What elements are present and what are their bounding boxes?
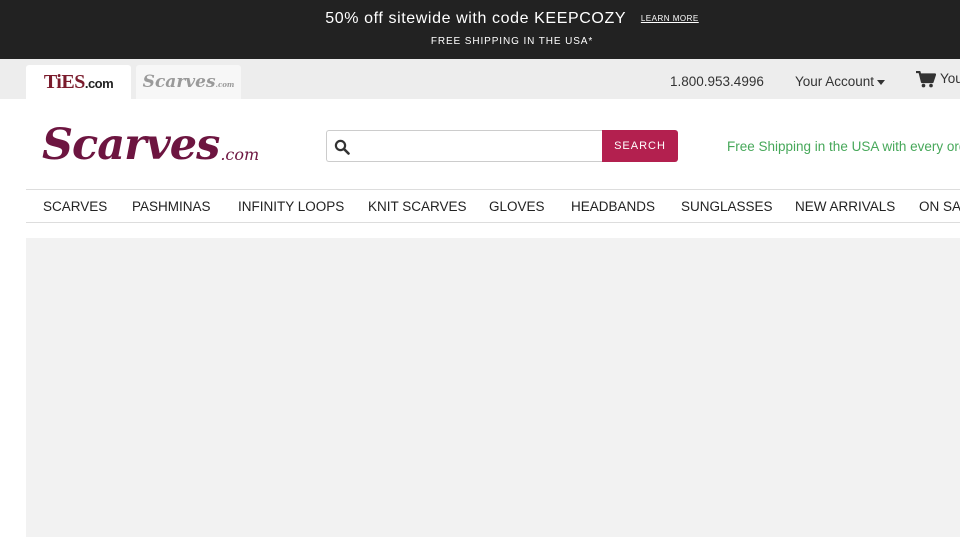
nav-item-headbands[interactable]: HEADBANDS <box>571 190 655 222</box>
search-box <box>326 130 602 162</box>
search-icon <box>334 139 350 155</box>
ties-site-tab[interactable]: TiES.com <box>26 65 131 99</box>
cart-label: You <box>940 71 960 87</box>
nav-item-knit-scarves[interactable]: KNIT SCARVES <box>368 190 467 222</box>
learn-more-link[interactable]: LEARN MORE <box>641 14 699 23</box>
scarves-mini-logo: Scarves.com <box>142 72 235 92</box>
account-label: Your Account <box>795 74 875 89</box>
ties-logo: TiES.com <box>43 70 114 93</box>
promo-subline: FREE SHIPPING IN THE USA* <box>430 36 594 47</box>
main-content-area <box>26 238 960 537</box>
promo-headline: 50% off sitewide with code KEEPCOZY <box>325 10 626 27</box>
search-button[interactable]: SEARCH <box>602 130 678 162</box>
scarves-logo[interactable]: Scarves .com <box>42 118 259 168</box>
scarves-site-tab[interactable]: Scarves.com <box>136 65 241 99</box>
phone-number[interactable]: 1.800.953.4996 <box>670 74 764 89</box>
nav-item-sunglasses[interactable]: SUNGLASSES <box>681 190 773 222</box>
nav-item-scarves[interactable]: SCARVES <box>43 190 107 222</box>
category-nav: SCARVES PASHMINAS INFINITY LOOPS KNIT SC… <box>26 189 960 223</box>
logo-dotcom: .com <box>220 145 260 164</box>
nav-item-on-sale[interactable]: ON SAL <box>919 190 960 222</box>
search-input[interactable] <box>357 135 601 159</box>
promo-headline-row: 50% off sitewide with code KEEPCOZY LEAR… <box>0 10 960 28</box>
nav-item-new-arrivals[interactable]: NEW ARRIVALS <box>795 190 895 222</box>
cart-link[interactable]: You <box>916 70 960 88</box>
nav-item-pashminas[interactable]: PASHMINAS <box>132 190 211 222</box>
logo-wordmark: Scarves <box>42 120 220 170</box>
nav-item-infinity-loops[interactable]: INFINITY LOOPS <box>238 190 344 222</box>
nav-item-gloves[interactable]: GLOVES <box>489 190 545 222</box>
shopping-cart-icon <box>916 70 937 88</box>
account-menu[interactable]: Your Account <box>795 74 886 89</box>
free-shipping-message[interactable]: Free Shipping in the USA with every ord <box>727 139 960 154</box>
caret-down-icon <box>877 79 886 85</box>
promo-banner: 50% off sitewide with code KEEPCOZY LEAR… <box>0 0 960 59</box>
